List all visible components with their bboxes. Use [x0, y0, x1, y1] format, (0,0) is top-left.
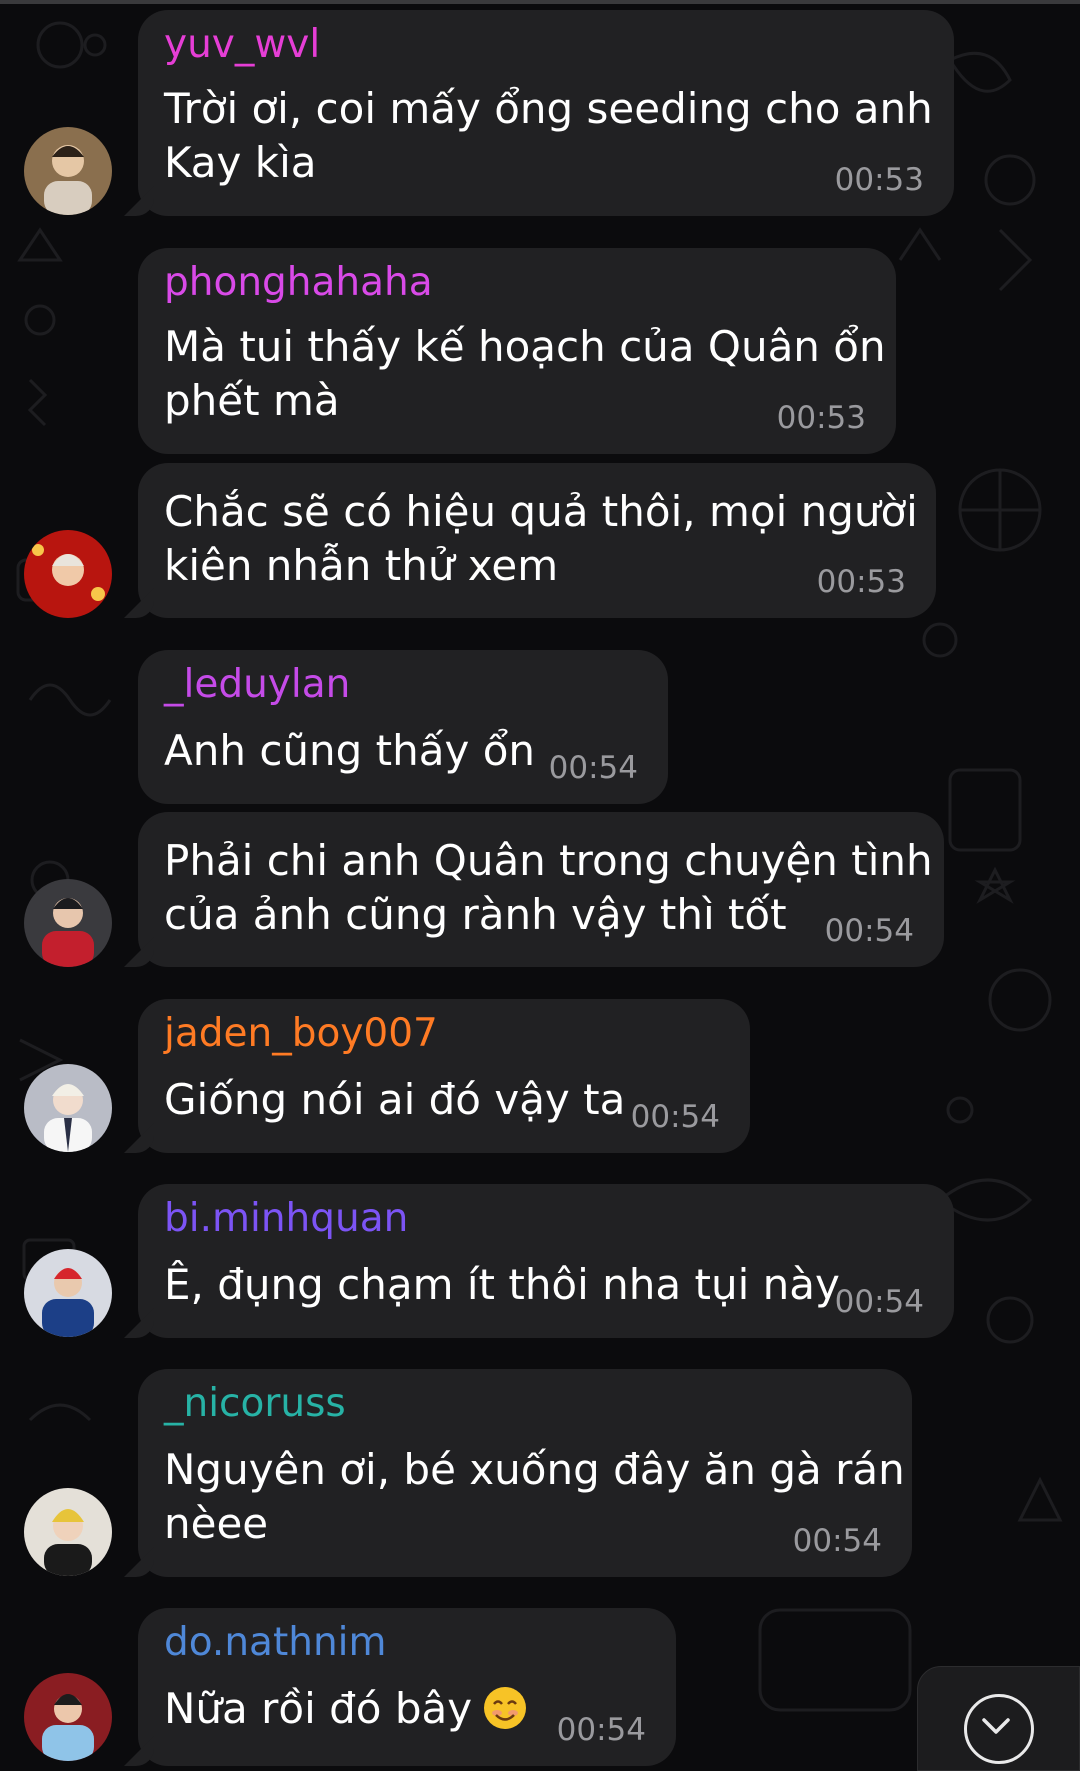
message-bubble[interactable]: phonghahaha Mà tui thấy kế hoạch của Quâ…	[138, 248, 896, 454]
message-timestamp: 00:53	[834, 162, 924, 198]
sender-name[interactable]: _nicoruss	[164, 1381, 346, 1427]
message-text-line: Chắc sẽ có hiệu quả thôi, mọi người	[164, 487, 918, 536]
message-bubble[interactable]: Chắc sẽ có hiệu quả thôi, mọi người kiên…	[138, 463, 936, 618]
message-text-line: Anh cũng thấy ổn	[164, 726, 536, 775]
message-timestamp: 00:53	[816, 564, 906, 600]
message-text-line: Giống nói ai đó vậy ta	[164, 1075, 626, 1124]
message-timestamp: 00:54	[834, 1284, 924, 1320]
message-text-line: Mà tui thấy kế hoạch của Quân ổn	[164, 322, 886, 371]
message-text-line: của ảnh cũng rành vậy thì tốt	[164, 890, 787, 939]
sender-name[interactable]: bi.minhquan	[164, 1196, 408, 1242]
message-text-line: Nguyên ơi, bé xuống đây ăn gà rán	[164, 1445, 905, 1494]
message-bubble[interactable]: _leduylan Anh cũng thấy ổn 00:54	[138, 650, 668, 804]
avatar-do.nathnim[interactable]	[24, 1673, 112, 1761]
avatar-jaden_boy007[interactable]	[24, 1064, 112, 1152]
message-bubble[interactable]: jaden_boy007 Giống nói ai đó vậy ta 00:5…	[138, 999, 750, 1153]
avatar-_leduylan[interactable]	[24, 879, 112, 967]
message-text: Nữa rồi đó bây	[164, 1684, 473, 1733]
message-text-line: Phải chi anh Quân trong chuyện tình	[164, 836, 933, 885]
message-text-line: Ê, đụng chạm ít thôi nha tụi này	[164, 1260, 840, 1309]
avatar-_nicoruss[interactable]	[24, 1488, 112, 1576]
message-timestamp: 00:53	[776, 400, 866, 436]
message-timestamp: 00:54	[556, 1712, 646, 1748]
sender-name[interactable]: yuv_wvl	[164, 22, 320, 68]
avatar-bi.minhquan[interactable]	[24, 1249, 112, 1337]
sender-name[interactable]: jaden_boy007	[164, 1011, 438, 1057]
smiling-face-emoji-icon	[484, 1687, 527, 1729]
message-bubble[interactable]: do.nathnim Nữa rồi đó bây 00:54	[138, 1608, 676, 1766]
scroll-to-bottom-button[interactable]	[917, 1666, 1080, 1771]
message-text-line: Nữa rồi đó bây	[164, 1682, 528, 1736]
message-timestamp: 00:54	[792, 1523, 882, 1559]
message-timestamp: 00:54	[824, 913, 914, 949]
avatar-yuv_wvl[interactable]	[24, 127, 112, 215]
message-bubble[interactable]: Phải chi anh Quân trong chuyện tình của …	[138, 812, 944, 967]
message-bubble[interactable]: _nicoruss Nguyên ơi, bé xuống đây ăn gà …	[138, 1369, 912, 1577]
message-text-line: Kay kìa	[164, 138, 317, 187]
message-bubble[interactable]: yuv_wvl Trời ơi, coi mấy ổng seeding cho…	[138, 10, 954, 216]
message-bubble[interactable]: bi.minhquan Ê, đụng chạm ít thôi nha tụi…	[138, 1184, 954, 1338]
message-text-line: phết mà	[164, 376, 340, 425]
message-timestamp: 00:54	[630, 1099, 720, 1135]
avatar-phonghahaha[interactable]	[24, 530, 112, 618]
message-text-line: nèee	[164, 1499, 269, 1548]
message-text-line: Trời ơi, coi mấy ổng seeding cho anh	[164, 84, 933, 133]
top-divider	[0, 0, 1080, 4]
sender-name[interactable]: _leduylan	[164, 662, 350, 708]
sender-name[interactable]: phonghahaha	[164, 260, 433, 306]
message-text-line: kiên nhẫn thử xem	[164, 541, 559, 590]
message-timestamp: 00:54	[548, 750, 638, 786]
sender-name[interactable]: do.nathnim	[164, 1620, 387, 1666]
chevron-down-icon	[964, 1694, 1034, 1764]
